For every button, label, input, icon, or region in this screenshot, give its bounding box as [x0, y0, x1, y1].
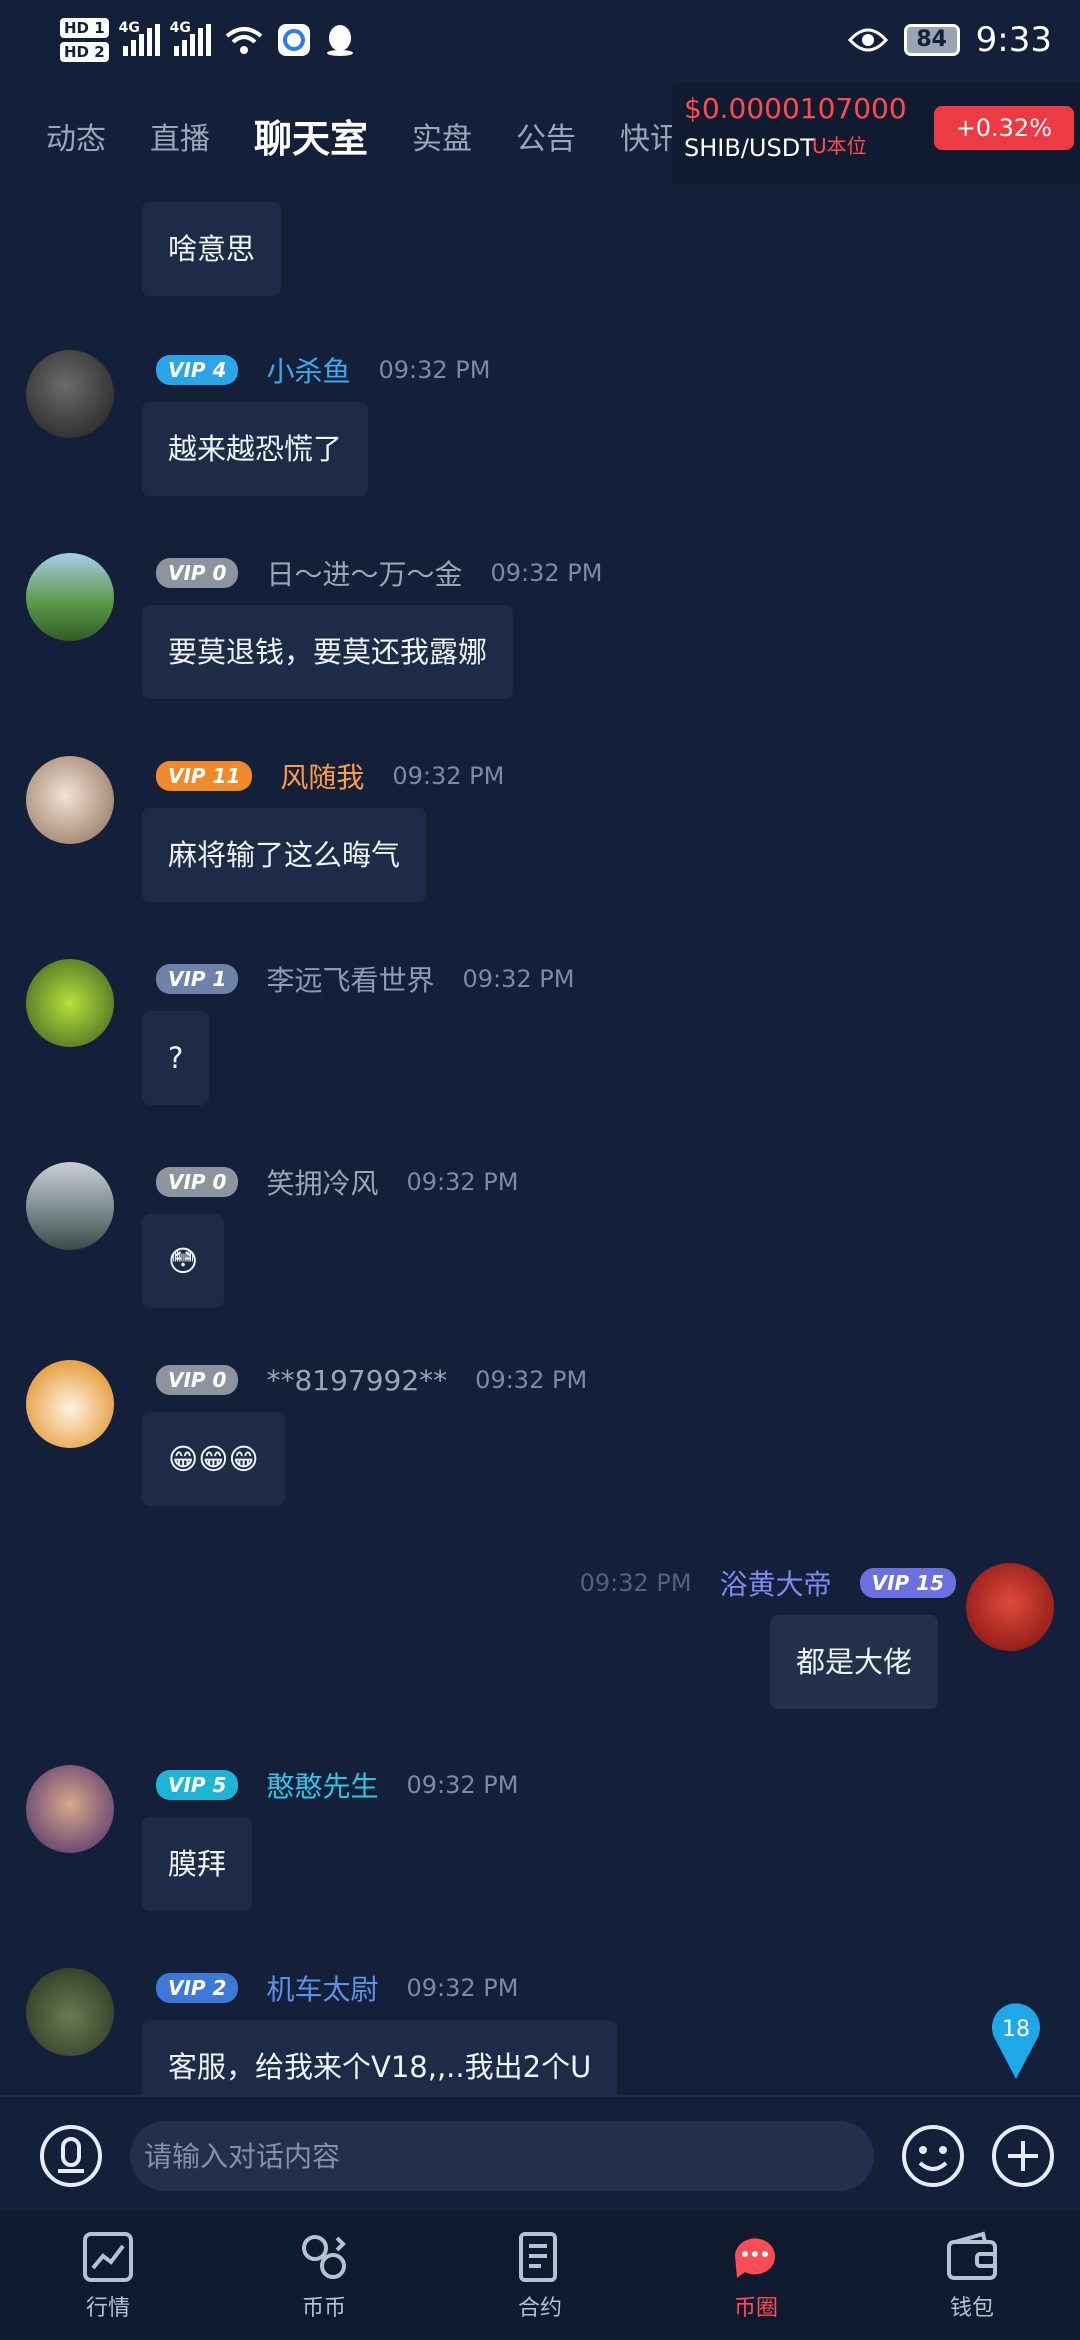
emoji-icon[interactable] [900, 2123, 966, 2189]
message-input[interactable] [130, 2121, 874, 2191]
wallet-icon [947, 2231, 997, 2280]
message-bubble[interactable]: ? [142, 1011, 210, 1105]
message-bubble[interactable]: 😳 [142, 1214, 225, 1308]
username[interactable]: 李远飞看世界 [266, 959, 434, 999]
voice-icon[interactable] [38, 2123, 104, 2189]
price-ticker-card[interactable]: $0.0000107000 SHIB/USDT U本位 +0.32% [672, 82, 1080, 184]
app-notification-icon [277, 24, 310, 56]
signal-icon-2: 4G [170, 20, 211, 56]
message-bubble[interactable]: 😁😁😁 [142, 1412, 285, 1506]
nav-label: 行情 [85, 2295, 130, 2321]
add-icon[interactable] [990, 2123, 1056, 2189]
timestamp: 09:32 PM [406, 1168, 519, 1196]
message-bubble[interactable]: 麻将输了这么晦气 [142, 808, 427, 902]
message-bubble[interactable]: 客服，给我来个V18,,..我出2个U [142, 2020, 618, 2095]
username[interactable]: 憨憨先生 [266, 1765, 378, 1805]
avatar[interactable] [966, 1563, 1054, 1651]
top-tabs: 动态 直播 聊天室 实盘 公告 快讯 [46, 108, 680, 163]
hd-indicator: HD 1 HD 2 [60, 18, 109, 62]
avatar[interactable] [26, 1968, 114, 2056]
ticker-price: $0.0000107000 [684, 92, 907, 125]
chat-message-list[interactable]: 啥意思 VIP 4 小杀鱼 09:32 PM 越来越恐慌了 VIP 0 日～进～… [0, 190, 1080, 2095]
tab-announcement[interactable]: 公告 [516, 114, 576, 158]
avatar[interactable] [26, 350, 114, 438]
vip-badge: VIP 15 [859, 1568, 956, 1598]
clock: 9:33 [975, 20, 1052, 60]
timestamp: 09:32 PM [579, 1569, 692, 1597]
nav-item-contract[interactable]: 合约 [432, 2211, 648, 2340]
message-bubble[interactable]: 要莫退钱，要莫还我露娜 [142, 605, 514, 699]
nav-label: 合约 [517, 2295, 562, 2321]
unread-count-badge[interactable]: 18 [990, 2003, 1042, 2085]
chart-icon [83, 2231, 133, 2282]
battery-indicator: 84 [903, 24, 960, 56]
username[interactable]: 浴黄大帝 [720, 1563, 832, 1603]
username[interactable]: 笑拥冷风 [266, 1162, 378, 1202]
tab-dynamics[interactable]: 动态 [46, 114, 106, 158]
avatar[interactable] [26, 1162, 114, 1250]
avatar[interactable] [26, 959, 114, 1047]
username[interactable]: 日～进～万～金 [266, 553, 462, 593]
vip-badge: VIP 2 [156, 1973, 239, 2003]
ticker-pair: SHIB/USDT [684, 134, 815, 162]
wifi-icon [225, 27, 262, 54]
chat-bubbles-icon [735, 2237, 775, 2278]
eye-icon [847, 28, 888, 52]
message-bubble[interactable]: 越来越恐慌了 [142, 402, 369, 496]
avatar[interactable] [26, 1765, 114, 1853]
timestamp: 09:32 PM [392, 762, 505, 790]
bottom-nav: 行情 币币 合约 币圈 钱包 [0, 2211, 1080, 2340]
username[interactable]: 小杀鱼 [266, 350, 350, 390]
message-bubble[interactable]: 啥意思 [142, 202, 282, 296]
message-bubble[interactable]: 膜拜 [142, 1817, 253, 1911]
username[interactable]: **8197992** [266, 1364, 447, 1397]
vip-badge: VIP 0 [156, 1167, 239, 1197]
timestamp: 09:32 PM [378, 356, 491, 384]
username[interactable]: 风随我 [280, 756, 364, 796]
penguin-icon [326, 25, 353, 56]
avatar[interactable] [26, 1360, 114, 1448]
ticker-change: +0.32% [933, 106, 1074, 150]
network-label: 4G [118, 20, 140, 36]
vip-badge: VIP 1 [156, 964, 239, 994]
nav-label: 币圈 [733, 2295, 778, 2321]
hd1-label: HD 1 [60, 18, 109, 38]
nav-item-spot[interactable]: 币币 [216, 2211, 432, 2340]
nav-label: 币币 [301, 2295, 346, 2321]
vip-badge: VIP 0 [156, 558, 239, 588]
unread-count: 18 [1002, 2017, 1030, 2042]
timestamp: 09:32 PM [490, 559, 603, 587]
username[interactable]: 机车太尉 [266, 1968, 378, 2008]
tab-live[interactable]: 直播 [150, 114, 210, 158]
vip-badge: VIP 4 [156, 355, 239, 385]
nav-label: 钱包 [949, 2295, 994, 2321]
vip-badge: VIP 5 [156, 1770, 239, 1800]
nav-item-market[interactable]: 行情 [0, 2211, 216, 2340]
avatar[interactable] [26, 553, 114, 641]
message-bubble[interactable]: 都是大佬 [769, 1615, 938, 1709]
avatar[interactable] [26, 756, 114, 844]
signal-icon: 4G [119, 20, 160, 56]
exchange-icon [302, 2234, 346, 2279]
message-input-bar [0, 2095, 1080, 2211]
nav-item-community[interactable]: 币圈 [648, 2211, 864, 2340]
timestamp: 09:32 PM [406, 1974, 519, 2002]
timestamp: 09:32 PM [406, 1771, 519, 1799]
ticker-unit: U本位 [812, 134, 867, 158]
location-pin-icon [992, 2003, 1040, 2079]
network-label-2: 4G [169, 20, 191, 36]
tab-real-trading[interactable]: 实盘 [412, 114, 472, 158]
timestamp: 09:32 PM [475, 1366, 588, 1394]
vip-badge: VIP 0 [156, 1365, 239, 1395]
vip-badge: VIP 11 [156, 761, 253, 791]
nav-item-wallet[interactable]: 钱包 [864, 2211, 1080, 2340]
timestamp: 09:32 PM [462, 965, 575, 993]
hd2-label: HD 2 [60, 42, 109, 62]
contract-icon [519, 2231, 557, 2282]
status-bar: HD 1 HD 2 4G 4G 84 9:33 [0, 0, 1080, 80]
chat-room-screen: HD 1 HD 2 4G 4G 84 9:33 动态 直播 聊天室 实盘 公告 … [0, 0, 1080, 2340]
tab-chat-room[interactable]: 聊天室 [254, 108, 368, 163]
